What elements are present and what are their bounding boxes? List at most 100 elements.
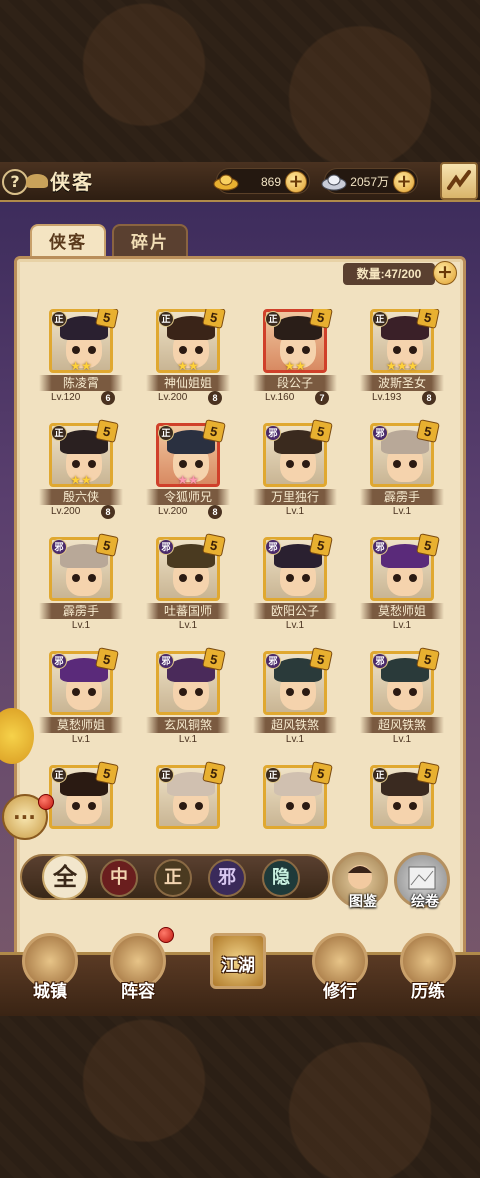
- hero-eye: [286, 346, 294, 354]
- filter-righteous[interactable]: 正: [154, 859, 192, 897]
- hero-card[interactable]: 邪 5 玄风铜煞 Lv.1: [146, 647, 246, 751]
- hero-alignment-badge: 正: [51, 767, 67, 783]
- hero-rank-badge: 6: [101, 391, 115, 405]
- hero-eye: [179, 346, 187, 354]
- hero-grade-badge: 5: [95, 647, 119, 671]
- hero-card[interactable]: 正5: [360, 761, 459, 849]
- hero-name: 莫愁师姐: [39, 717, 123, 733]
- hero-eye: [72, 460, 80, 468]
- hero-grade-badge: 5: [309, 533, 333, 557]
- help-button[interactable]: ?: [2, 169, 28, 195]
- expand-capacity-button[interactable]: +: [433, 261, 457, 285]
- hero-alignment-badge: 正: [265, 767, 281, 783]
- filter-evil[interactable]: 邪: [208, 859, 246, 897]
- hero-eye: [72, 346, 80, 354]
- scroll-gallery-button[interactable]: 绘卷: [394, 852, 450, 910]
- hero-eye: [393, 346, 401, 354]
- nav-lineup-label: 阵容: [121, 982, 155, 1002]
- nav-jianghu[interactable]: 江湖: [202, 933, 274, 1015]
- hero-name: 欧阳公子: [253, 603, 337, 619]
- hero-card[interactable]: 邪 5 霹雳手 Lv.1: [39, 533, 139, 637]
- hero-level-row: Lv.120 6: [47, 391, 123, 405]
- bottom-navigation: 城镇 阵容 江湖 修行 历练: [0, 927, 480, 1016]
- hero-card[interactable]: 邪 5 超风铁煞 Lv.1: [360, 647, 459, 751]
- hero-eye: [393, 574, 401, 582]
- hero-level: Lv.200: [51, 506, 81, 517]
- hero-name: 波斯圣女: [360, 375, 444, 391]
- hero-alignment-badge: 邪: [51, 653, 67, 669]
- hero-stars: ★★: [70, 473, 92, 487]
- hero-card[interactable]: 邪 5 霹雳手 Lv.1: [360, 419, 459, 523]
- hero-card[interactable]: 邪 5 超风铁煞 Lv.1: [253, 647, 353, 751]
- hero-level: Lv.1: [285, 734, 305, 745]
- add-gold-button[interactable]: +: [285, 171, 307, 193]
- hero-name: 殷六侠: [39, 489, 123, 505]
- hero-level-row: Lv.200 8: [154, 391, 230, 405]
- hero-grid[interactable]: 正 5 ★★ 陈凌霄 Lv.120 6 正 5 ★★ 神仙姐姐 Lv.200 8 正 5 ★★ 段公子 Lv.1…: [39, 309, 459, 849]
- hero-eye: [179, 574, 187, 582]
- hero-stars: ★★★: [385, 359, 419, 373]
- filter-hidden[interactable]: 隐: [262, 859, 300, 897]
- hero-card[interactable]: 邪 5 欧阳公子 Lv.1: [253, 533, 353, 637]
- hero-eye: [179, 460, 187, 468]
- hero-alignment-badge: 邪: [265, 425, 281, 441]
- close-button[interactable]: [440, 162, 478, 200]
- hero-alignment-badge: 邪: [158, 653, 174, 669]
- hero-alignment-badge: 正: [265, 311, 281, 327]
- hero-alignment-badge: 正: [158, 311, 174, 327]
- hero-eye: [302, 574, 310, 582]
- hero-level: Lv.120: [51, 392, 81, 403]
- scroll-label: 绘卷: [411, 894, 439, 910]
- hero-eye: [409, 346, 417, 354]
- hero-alignment-badge: 邪: [265, 653, 281, 669]
- hero-card[interactable]: 正 5 ★★ 神仙姐姐 Lv.200 8: [146, 309, 246, 409]
- hero-stars: ★★: [177, 473, 199, 487]
- title-ornament-icon: [26, 174, 48, 188]
- hero-card[interactable]: 邪 5 吐蕃国师 Lv.1: [146, 533, 246, 637]
- hero-eye: [286, 574, 294, 582]
- hero-card[interactable]: 正 5 ★★ 令狐师兄 Lv.200 8: [146, 419, 246, 523]
- nav-trials[interactable]: 历练: [392, 933, 464, 1015]
- hero-rank-badge: 7: [315, 391, 329, 405]
- nav-lineup[interactable]: 阵容: [102, 927, 174, 1015]
- hero-level: Lv.1: [178, 734, 198, 745]
- hero-card[interactable]: 正 5 ★★★ 波斯圣女 Lv.193 8: [360, 309, 459, 409]
- nav-town[interactable]: 城镇: [14, 933, 86, 1015]
- hero-alignment-badge: 正: [158, 767, 174, 783]
- hero-grade-badge: 5: [95, 419, 119, 443]
- tab-fragments[interactable]: 碎片: [112, 224, 188, 258]
- filter-all[interactable]: 全: [42, 854, 88, 900]
- hero-rank-badge: 8: [422, 391, 436, 405]
- nav-training[interactable]: 修行: [304, 933, 376, 1015]
- hero-eye: [72, 802, 80, 810]
- hero-card[interactable]: 邪 5 万里独行 Lv.1: [253, 419, 353, 523]
- hero-grade-badge: 5: [202, 419, 226, 443]
- hero-eye: [409, 802, 417, 810]
- hero-level: Lv.1: [178, 620, 198, 631]
- hero-name: 段公子: [253, 375, 337, 391]
- hero-eye: [393, 460, 401, 468]
- hero-level-row: Lv.200 8: [154, 505, 230, 519]
- hero-screen: ? 侠客 869 + 2057万 + 侠客 碎片 数量:47/200 + 正 5…: [0, 162, 480, 1016]
- hero-name: 莫愁师姐: [360, 603, 444, 619]
- hero-eye: [302, 346, 310, 354]
- hero-card[interactable]: 正5: [253, 761, 353, 849]
- hero-card[interactable]: 正 5 ★★ 段公子 Lv.160 7: [253, 309, 353, 409]
- hero-name: 超风铁煞: [253, 717, 337, 733]
- hero-card[interactable]: 正 5 ★★ 陈凌霄 Lv.120 6: [39, 309, 139, 409]
- hero-card[interactable]: 邪 5 莫愁师姐 Lv.1: [39, 647, 139, 751]
- chat-button[interactable]: ···: [2, 794, 54, 840]
- tab-heroes[interactable]: 侠客: [30, 224, 106, 258]
- hero-card[interactable]: 邪 5 莫愁师姐 Lv.1: [360, 533, 459, 637]
- hero-eye: [302, 460, 310, 468]
- hero-eye: [195, 802, 203, 810]
- hero-card[interactable]: 正5: [146, 761, 246, 849]
- hero-card[interactable]: 正5: [39, 761, 139, 849]
- hero-card[interactable]: 正 5 ★★ 殷六侠 Lv.200 8: [39, 419, 139, 523]
- codex-button[interactable]: 图鉴: [332, 852, 388, 910]
- filter-neutral[interactable]: 中: [100, 859, 138, 897]
- faction-filter-bar: 全 中 正 邪 隐: [20, 854, 330, 900]
- hero-eye: [409, 460, 417, 468]
- add-silver-button[interactable]: +: [393, 171, 415, 193]
- hero-eye: [72, 574, 80, 582]
